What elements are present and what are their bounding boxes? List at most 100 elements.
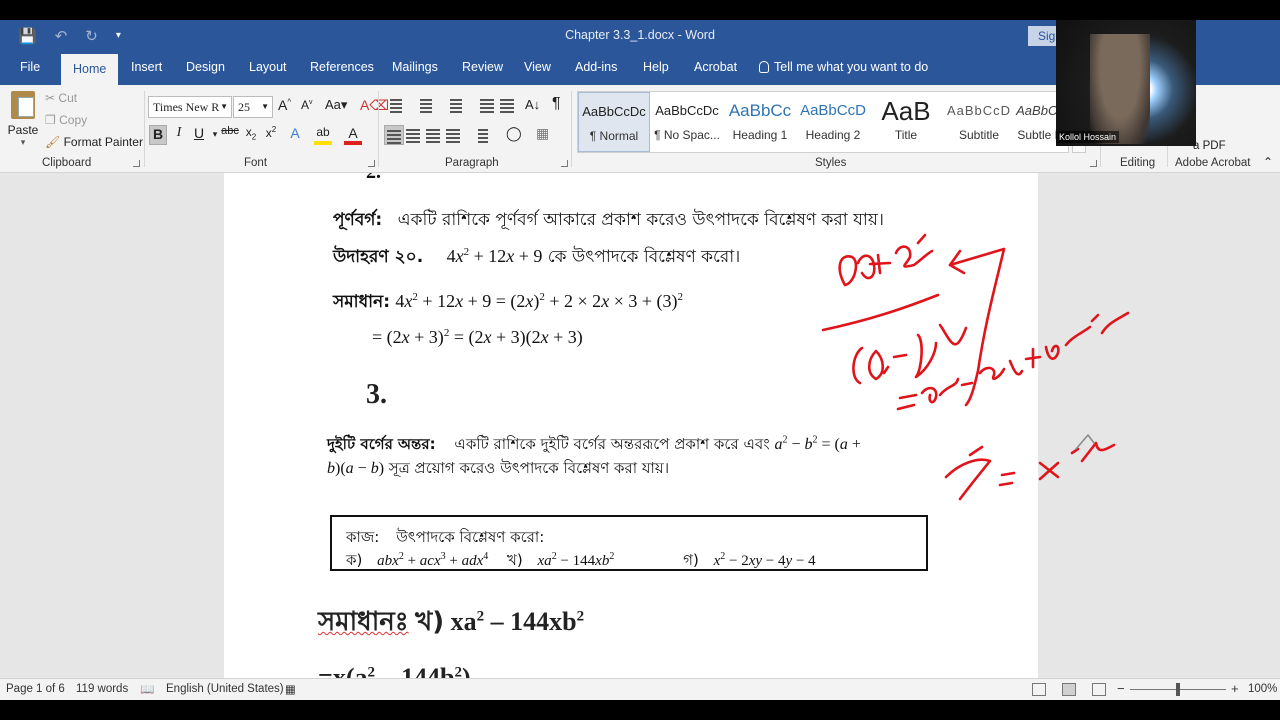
create-pdf-button[interactable]: a PDF [1193,140,1226,152]
font-family-dropdown-icon[interactable]: ▼ [220,102,228,111]
tab-references[interactable]: References [310,60,374,74]
justify-icon[interactable] [446,127,464,145]
subscript-button[interactable]: x2 [242,125,260,145]
multilevel-list-icon[interactable] [446,97,464,115]
numbering-icon[interactable] [416,97,434,115]
tab-acrobat[interactable]: Acrobat [694,60,737,74]
zoom-level[interactable]: 100% [1248,683,1277,695]
group-divider [378,91,379,167]
tell-me-search[interactable]: Tell me what you want to do [759,60,928,74]
style-heading-1[interactable]: AaBbCc Heading 1 [724,92,796,152]
editing-group-label: Editing [1120,157,1156,169]
sort-icon[interactable]: A↓ [525,97,540,112]
shrink-font-icon[interactable]: Av [301,98,313,112]
pen-stroke-a-plus-b-squared [838,233,934,287]
change-case-icon[interactable]: Aa▾ [325,97,347,113]
status-bar: Page 1 of 6 119 words 📖 English (United … [0,678,1280,700]
tab-add-ins[interactable]: Add-ins [575,60,617,74]
bold-button[interactable]: B [149,125,167,145]
zoom-slider-thumb[interactable] [1176,683,1180,696]
style-name: Heading 2 [805,128,861,142]
style-normal[interactable]: AaBbCcDc ¶ Normal [578,92,650,152]
style-heading-2[interactable]: AaBbCcD Heading 2 [797,92,869,152]
paste-label: Paste [7,123,39,137]
language[interactable]: English (United States) [166,683,284,695]
highlight-color-icon[interactable]: ab [314,125,332,145]
tab-mailings[interactable]: Mailings [392,60,438,74]
paste-dropdown-icon[interactable]: ▾ [6,137,40,148]
font-group-label: Font [244,157,268,169]
group-divider [571,91,572,167]
style-sample: AaBbCcDc [655,103,719,118]
clipboard-launcher-icon[interactable] [133,160,140,167]
font-size-dropdown-icon[interactable]: ▼ [261,102,269,111]
web-layout-icon[interactable] [1092,683,1106,696]
tell-me-label: Tell me what you want to do [774,60,929,74]
print-layout-icon[interactable] [1062,683,1076,696]
style-name: ¶ No Spac... [654,128,720,142]
tab-insert[interactable]: Insert [131,60,162,74]
zoom-out-button[interactable]: − [1117,681,1125,696]
styles-launcher-icon[interactable] [1090,160,1097,167]
style-name: Heading 1 [732,128,788,142]
pen-stroke-x-squared [944,441,1116,501]
align-left-icon[interactable] [384,125,404,145]
tab-design[interactable]: Design [186,60,225,74]
tab-layout[interactable]: Layout [249,60,287,74]
paragraph-group-label: Paragraph [445,157,499,169]
top-letterbox [0,0,1280,20]
style-subtitle[interactable]: AaBbCcD Subtitle [943,92,1015,152]
strikethrough-button[interactable]: abc [219,125,241,145]
styles-group-label: Styles [815,157,847,169]
italic-button[interactable]: I [170,125,188,145]
font-color-icon[interactable]: A [344,125,362,145]
align-right-icon[interactable] [426,127,444,145]
show-marks-icon[interactable]: ¶ [552,95,561,113]
presenter-video [1090,34,1150,144]
font-family-box[interactable]: Times New R ▼ [148,96,232,118]
style-no-spacing[interactable]: AaBbCcDc ¶ No Spac... [651,92,723,152]
collapse-ribbon-icon[interactable]: ⌃ [1263,155,1273,169]
borders-icon[interactable]: ▦ [536,125,549,142]
pen-stroke-expansion [896,311,1130,411]
align-center-icon[interactable] [406,127,424,145]
tab-view[interactable]: View [524,60,551,74]
bullets-icon[interactable] [386,97,404,115]
accessibility-icon[interactable]: ▦ [285,682,296,696]
line-spacing-icon[interactable] [472,127,490,145]
bottom-letterbox [0,700,1280,720]
font-family-value: Times New R [153,100,220,114]
pen-underline [821,293,940,332]
font-size-box[interactable]: 25 ▼ [233,96,273,118]
pen-stroke-a-minus-b-squared [852,323,968,385]
paragraph-launcher-icon[interactable] [561,160,568,167]
document-area[interactable]: 2. পূর্ণবর্গ: একটি রাশিকে পূর্ণবর্গ আকার… [0,173,1280,678]
copy-label: Copy [59,113,88,127]
superscript-button[interactable]: x2 [262,125,280,145]
tab-home[interactable]: Home [61,54,119,85]
paste-button[interactable]: Paste ▾ [6,91,40,148]
style-sample: AaBbCcDc [582,104,646,119]
word-count[interactable]: 119 words [76,683,128,695]
clipboard-icon [11,91,35,119]
tab-file[interactable]: File [20,60,40,74]
proofing-icon[interactable]: 📖 [140,682,154,696]
style-title[interactable]: AaB Title [870,92,942,152]
increase-indent-icon[interactable] [500,97,518,115]
shading-icon[interactable]: ◯ [506,125,522,142]
tab-review[interactable]: Review [462,60,503,74]
cut-button[interactable]: ✂ Cut [45,91,77,105]
page-count[interactable]: Page 1 of 6 [6,683,65,695]
text-effects-icon[interactable]: A [286,125,304,145]
grow-font-icon[interactable]: A^ [278,97,291,113]
clear-formatting-icon[interactable]: A⌫ [360,97,389,114]
font-launcher-icon[interactable] [368,160,375,167]
copy-button[interactable]: ❐ Copy [45,113,87,127]
decrease-indent-icon[interactable] [480,97,498,115]
zoom-in-button[interactable]: + [1231,681,1239,696]
format-painter-button[interactable]: 🖌 Format Painter [45,135,143,149]
tab-help[interactable]: Help [643,60,669,74]
font-size-value: 25 [238,100,250,114]
presenter-name: Kollol Hossain [1056,131,1120,143]
read-mode-icon[interactable] [1032,683,1046,696]
